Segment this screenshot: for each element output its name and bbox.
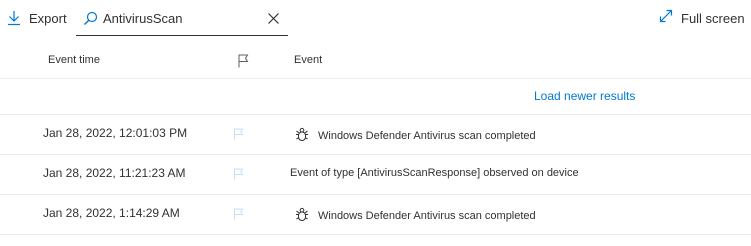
flag-icon[interactable] <box>233 127 244 145</box>
event-time: Jan 28, 2022, 11:21:23 AM <box>43 166 186 180</box>
clear-search-icon[interactable] <box>267 12 280 30</box>
flag-column-icon[interactable] <box>237 54 249 73</box>
event-cell: Windows Defender Antivirus scan complete… <box>295 207 536 225</box>
load-newer-row: Load newer results <box>0 79 751 115</box>
search-box[interactable] <box>76 3 288 36</box>
column-header-event[interactable]: Event <box>294 54 322 66</box>
flag-icon[interactable] <box>233 167 244 185</box>
full-screen-button[interactable]: Full screen <box>659 9 745 28</box>
event-time: Jan 28, 2022, 1:14:29 AM <box>43 206 180 220</box>
expand-icon <box>659 9 673 28</box>
table-row[interactable]: Jan 28, 2022, 11:21:23 AM Event of type … <box>0 155 751 195</box>
export-button[interactable]: Export <box>7 8 67 28</box>
search-icon <box>83 11 98 31</box>
toolbar: Export Full screen <box>0 0 751 38</box>
flag-icon[interactable] <box>233 207 244 225</box>
load-newer-results-link[interactable]: Load newer results <box>534 89 635 103</box>
event-text: Event of type [AntivirusScanResponse] ob… <box>290 167 579 179</box>
bug-icon <box>295 127 309 145</box>
event-cell: Windows Defender Antivirus scan complete… <box>295 127 536 145</box>
event-text: Windows Defender Antivirus scan complete… <box>318 210 536 222</box>
table-row[interactable]: Jan 28, 2022, 12:01:03 PM Windows Defend… <box>0 115 751 155</box>
table-row[interactable]: Jan 28, 2022, 1:14:29 AM Windows Defende… <box>0 195 751 235</box>
event-text: Windows Defender Antivirus scan complete… <box>318 130 536 142</box>
full-screen-label: Full screen <box>681 11 745 26</box>
export-label: Export <box>29 10 67 26</box>
table-header: Event time Event <box>0 46 751 79</box>
event-cell: Event of type [AntivirusScanResponse] ob… <box>290 167 579 179</box>
bug-icon <box>295 207 309 225</box>
column-header-event-time[interactable]: Event time <box>48 54 100 66</box>
download-icon <box>7 10 21 26</box>
search-input[interactable] <box>103 8 253 28</box>
event-time: Jan 28, 2022, 12:01:03 PM <box>43 126 188 140</box>
